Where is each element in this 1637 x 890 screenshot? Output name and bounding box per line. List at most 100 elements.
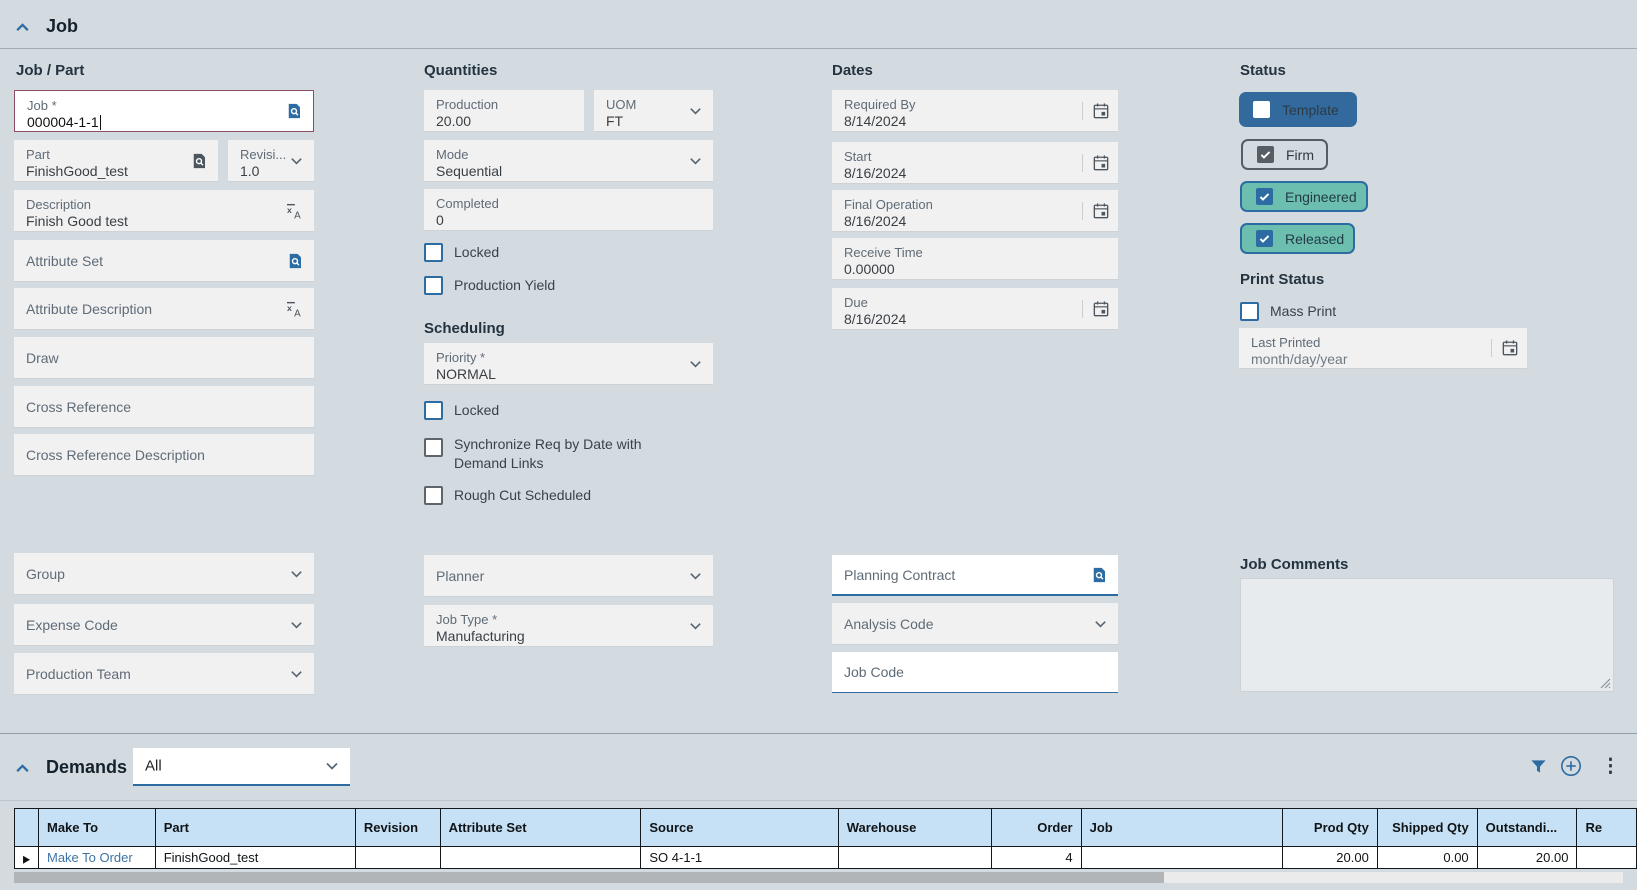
start-calendar-icon[interactable]: [1082, 153, 1110, 172]
priority-dropdown[interactable]: Priority * NORMAL: [424, 343, 713, 385]
cell-prod-qty[interactable]: 20.00: [1282, 846, 1378, 869]
cross-reference-field[interactable]: Cross Reference: [14, 386, 314, 428]
revision-field[interactable]: Revisi... 1.0: [228, 140, 314, 182]
cell-revision[interactable]: [354, 846, 441, 869]
required-by-calendar-icon[interactable]: [1082, 101, 1110, 120]
filter-icon[interactable]: [1529, 757, 1548, 776]
locked-checkbox[interactable]: [424, 243, 443, 262]
col-warehouse[interactable]: Warehouse: [837, 808, 993, 847]
template-toggle[interactable]: Template: [1239, 92, 1357, 127]
rough-cut-checkbox-row[interactable]: Rough Cut Scheduled: [424, 486, 591, 505]
scheduling-locked-checkbox[interactable]: [424, 401, 443, 420]
job-search-icon[interactable]: [285, 102, 303, 120]
template-checkbox[interactable]: [1253, 101, 1270, 118]
resize-handle-icon[interactable]: [1599, 677, 1611, 689]
cell-remaining[interactable]: [1576, 846, 1637, 869]
mass-print-checkbox[interactable]: [1240, 302, 1259, 321]
make-to-order-link[interactable]: Make To Order: [47, 850, 133, 865]
rough-cut-checkbox[interactable]: [424, 486, 443, 505]
cross-reference-description-label: Cross Reference Description: [26, 446, 205, 463]
last-printed-field[interactable]: Last Printed month/day/year: [1239, 328, 1527, 369]
part-field[interactable]: Part FinishGood_test: [14, 140, 218, 182]
mode-label: Mode: [436, 147, 469, 162]
production-yield-checkbox-row[interactable]: Production Yield: [424, 276, 555, 295]
horizontal-scrollbar-thumb[interactable]: [14, 872, 1164, 883]
planning-contract-search-icon[interactable]: [1090, 566, 1108, 584]
job-section-collapse-icon[interactable]: [14, 19, 31, 36]
col-attribute-set[interactable]: Attribute Set: [439, 808, 642, 847]
draw-field[interactable]: Draw: [14, 337, 314, 379]
planner-dropdown[interactable]: Planner: [424, 555, 713, 597]
due-field[interactable]: Due 8/16/2024: [832, 288, 1118, 330]
col-remaining[interactable]: Re: [1576, 808, 1637, 847]
col-outstanding[interactable]: Outstandi...: [1476, 808, 1578, 847]
attribute-set-search-icon[interactable]: [286, 252, 304, 270]
released-checkbox[interactable]: [1256, 230, 1273, 247]
production-field[interactable]: Production 20.00: [424, 90, 584, 132]
sync-req-checkbox-row[interactable]: Synchronize Req by Date with Demand Link…: [424, 436, 684, 473]
production-team-label: Production Team: [26, 665, 131, 682]
planning-contract-field[interactable]: Planning Contract: [832, 555, 1118, 596]
sync-req-checkbox[interactable]: [424, 438, 443, 457]
col-part[interactable]: Part: [154, 808, 356, 847]
part-search-icon[interactable]: [190, 152, 208, 170]
col-make-to[interactable]: Make To: [37, 808, 156, 847]
engineered-checkbox[interactable]: [1256, 188, 1273, 205]
demands-toolbar-divider: [0, 800, 1637, 801]
required-by-field[interactable]: Required By 8/14/2024: [832, 90, 1118, 132]
engineered-toggle[interactable]: Engineered: [1240, 181, 1368, 212]
last-printed-calendar-icon[interactable]: [1491, 339, 1519, 357]
mass-print-checkbox-row[interactable]: Mass Print: [1240, 302, 1336, 321]
scheduling-locked-checkbox-row[interactable]: Locked: [424, 401, 499, 420]
start-field[interactable]: Start 8/16/2024: [832, 142, 1118, 184]
group-dropdown[interactable]: Group: [14, 553, 314, 595]
col-shipped-qty[interactable]: Shipped Qty: [1376, 808, 1478, 847]
add-demand-icon[interactable]: [1560, 755, 1582, 777]
cell-part[interactable]: FinishGood_test: [154, 846, 356, 869]
job-type-dropdown[interactable]: Job Type * Manufacturing: [424, 605, 713, 647]
demands-collapse-icon[interactable]: [14, 760, 31, 777]
expense-code-dropdown[interactable]: Expense Code: [14, 604, 314, 646]
analysis-code-dropdown[interactable]: Analysis Code: [832, 603, 1118, 645]
job-comments-textarea[interactable]: [1240, 578, 1614, 692]
completed-field[interactable]: Completed 0: [424, 189, 713, 231]
final-operation-calendar-icon[interactable]: [1082, 201, 1110, 220]
col-source[interactable]: Source: [640, 808, 839, 847]
production-yield-checkbox[interactable]: [424, 276, 443, 295]
row-selector-cell[interactable]: ▶: [14, 846, 39, 869]
job-code-field[interactable]: Job Code: [832, 652, 1118, 693]
uom-dropdown[interactable]: UOM FT: [594, 90, 713, 132]
attribute-set-field[interactable]: Attribute Set: [14, 240, 314, 282]
col-prod-qty[interactable]: Prod Qty: [1282, 808, 1378, 847]
cell-source[interactable]: SO 4-1-1: [640, 846, 839, 869]
receive-time-field[interactable]: Receive Time 0.00000: [832, 238, 1118, 280]
job-field[interactable]: Job * 000004-1-1: [14, 90, 314, 132]
description-translate-icon[interactable]: [285, 201, 304, 220]
more-options-icon[interactable]: ⋮: [1601, 755, 1620, 778]
cell-outstanding[interactable]: 20.00: [1476, 846, 1578, 869]
cross-reference-description-field[interactable]: Cross Reference Description: [14, 434, 314, 476]
last-printed-placeholder: month/day/year: [1251, 351, 1348, 367]
cell-attribute-set[interactable]: [439, 846, 642, 869]
description-field[interactable]: Description Finish Good test: [14, 190, 314, 232]
locked-checkbox-row[interactable]: Locked: [424, 243, 499, 262]
cell-warehouse[interactable]: [837, 846, 993, 869]
demands-row[interactable]: ▶ Make To Order FinishGood_test SO 4-1-1…: [14, 846, 1637, 869]
horizontal-scrollbar[interactable]: [14, 872, 1623, 883]
attribute-description-translate-icon[interactable]: [285, 299, 304, 318]
cell-shipped-qty[interactable]: 0.00: [1376, 846, 1478, 869]
cell-order[interactable]: 4: [991, 846, 1082, 869]
production-team-dropdown[interactable]: Production Team: [14, 653, 314, 695]
col-revision[interactable]: Revision: [354, 808, 441, 847]
col-job[interactable]: Job: [1080, 808, 1284, 847]
col-order[interactable]: Order: [991, 808, 1082, 847]
final-operation-field[interactable]: Final Operation 8/16/2024: [832, 190, 1118, 232]
cell-job[interactable]: [1080, 846, 1284, 869]
firm-checkbox[interactable]: [1257, 146, 1274, 163]
attribute-description-field[interactable]: Attribute Description: [14, 288, 314, 330]
demands-filter-dropdown[interactable]: All: [133, 748, 350, 786]
firm-toggle[interactable]: Firm: [1241, 139, 1328, 170]
due-calendar-icon[interactable]: [1082, 299, 1110, 318]
released-toggle[interactable]: Released: [1240, 223, 1355, 254]
mode-dropdown[interactable]: Mode Sequential: [424, 140, 713, 182]
